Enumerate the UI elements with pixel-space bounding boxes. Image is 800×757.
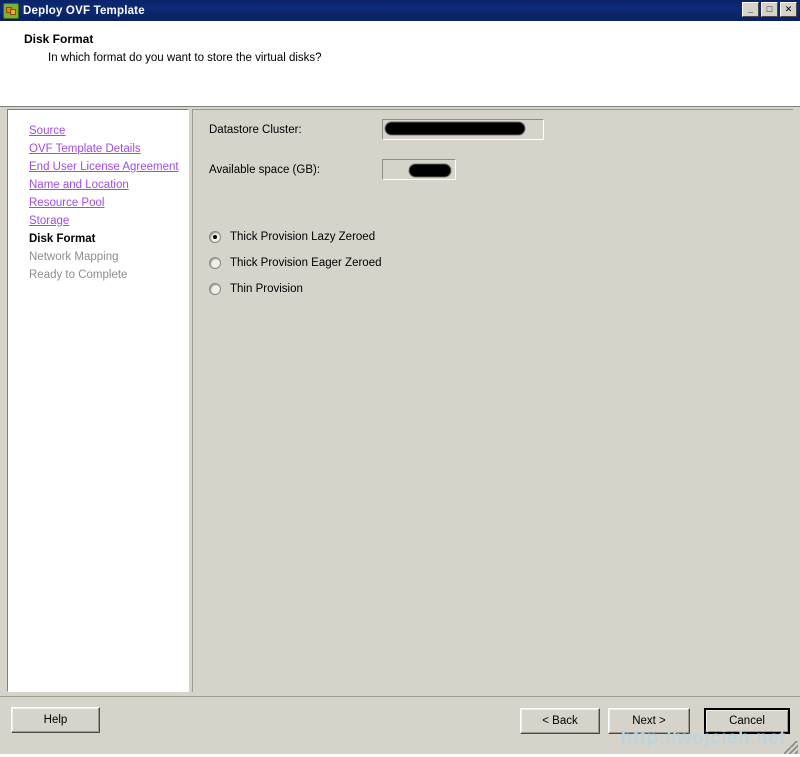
- radio-thick-provision-eager-zeroed[interactable]: Thick Provision Eager Zeroed: [209, 257, 381, 269]
- window-titlebar: Deploy OVF Template _ □ ✕: [0, 0, 800, 21]
- ovf-template-icon: [3, 3, 19, 19]
- radio-button-icon: [209, 257, 221, 269]
- radio-thin-provision[interactable]: Thin Provision: [209, 283, 303, 295]
- cancel-button[interactable]: Cancel: [704, 708, 790, 734]
- sidebar-item-network-mapping: Network Mapping: [8, 248, 188, 266]
- close-button[interactable]: ✕: [780, 2, 797, 17]
- sidebar-item-ready-to-complete: Ready to Complete: [8, 266, 188, 284]
- disk-format-content-pane: Datastore Cluster: Available space (GB):…: [192, 109, 793, 692]
- sidebar-item-ovf-template-details[interactable]: OVF Template Details: [8, 140, 188, 158]
- page-header: Disk Format In which format do you want …: [0, 21, 800, 107]
- radio-thick-provision-lazy-zeroed[interactable]: Thick Provision Lazy Zeroed: [209, 231, 375, 243]
- radio-label-thin: Thin Provision: [230, 283, 303, 295]
- page-subtitle: In which format do you want to store the…: [48, 52, 322, 64]
- window-controls: _ □ ✕: [742, 2, 797, 17]
- sidebar-item-end-user-license-agreement[interactable]: End User License Agreement: [8, 158, 188, 176]
- page-title: Disk Format: [24, 32, 93, 46]
- deploy-ovf-template-window: Deploy OVF Template _ □ ✕ Disk Format In…: [0, 0, 800, 757]
- close-icon: ✕: [781, 3, 796, 16]
- maximize-button[interactable]: □: [761, 2, 778, 17]
- back-button[interactable]: < Back: [520, 708, 600, 734]
- window-title: Deploy OVF Template: [23, 5, 145, 17]
- help-button[interactable]: Help: [11, 707, 100, 733]
- dialog-footer: Help < Back Next > Cancel http://wojcieh…: [0, 696, 800, 757]
- datastore-cluster-field[interactable]: [382, 119, 544, 140]
- minimize-button[interactable]: _: [742, 2, 759, 17]
- available-space-label: Available space (GB):: [209, 164, 320, 176]
- sidebar-item-resource-pool[interactable]: Resource Pool: [8, 194, 188, 212]
- window-body: Source OVF Template Details End User Lic…: [0, 107, 800, 696]
- sidebar-item-storage[interactable]: Storage: [8, 212, 188, 230]
- datastore-cluster-label: Datastore Cluster:: [209, 124, 302, 136]
- sidebar-item-source[interactable]: Source: [8, 122, 188, 140]
- radio-button-icon-selected: [209, 231, 221, 243]
- minimize-icon: _: [743, 3, 758, 16]
- datastore-cluster-redaction: [385, 122, 525, 135]
- radio-button-icon: [209, 283, 221, 295]
- resize-grip-icon[interactable]: [784, 741, 798, 755]
- radio-label-thick-lazy: Thick Provision Lazy Zeroed: [230, 231, 375, 243]
- available-space-field: [382, 159, 456, 180]
- radio-label-thick-eager: Thick Provision Eager Zeroed: [230, 257, 381, 269]
- sidebar-item-name-and-location[interactable]: Name and Location: [8, 176, 188, 194]
- sidebar-item-disk-format: Disk Format: [8, 230, 188, 248]
- wizard-steps-sidebar: Source OVF Template Details End User Lic…: [7, 109, 189, 692]
- available-space-redaction: [409, 164, 451, 177]
- maximize-icon: □: [762, 3, 777, 16]
- next-button[interactable]: Next >: [608, 708, 690, 734]
